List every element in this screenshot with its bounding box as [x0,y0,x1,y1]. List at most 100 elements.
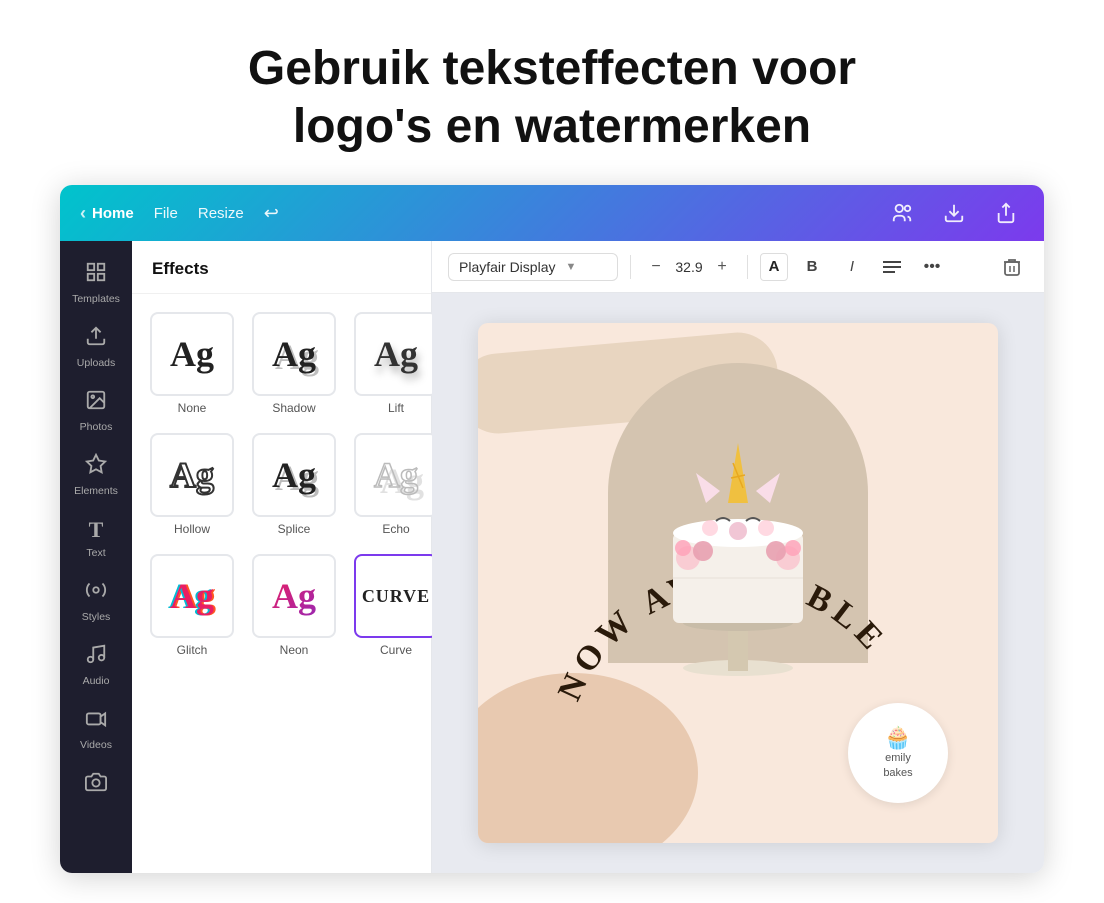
cake-illustration [628,413,848,683]
toolbar: Playfair Display ▼ − 32.9 + A B I [432,241,1044,293]
text-label: Text [86,547,105,559]
effect-hollow-preview: Ag [150,433,234,517]
font-size-control: − 32.9 + [643,254,735,280]
effect-echo[interactable]: Ag Echo [350,429,442,540]
nav-home-button[interactable]: ‹ Home [80,203,134,224]
resize-menu[interactable]: Resize [198,205,244,222]
delete-button[interactable] [996,251,1028,283]
effect-shadow-preview: Ag [252,312,336,396]
videos-label: Videos [80,739,112,751]
effect-lift-label: Lift [388,401,404,415]
effects-panel: Effects Ag None Ag Shadow [132,241,432,873]
sidebar-item-templates[interactable]: Templates [64,253,128,313]
effect-splice-preview: Ag Ag [252,433,336,517]
app-body: Templates Uploads [60,241,1044,873]
font-size-value: 32.9 [673,259,705,275]
collaborate-button[interactable] [884,195,920,231]
peach-blob [478,673,698,843]
page-header: Gebruik teksteffecten voor logo's en wat… [0,0,1104,185]
bold-button[interactable]: B [796,251,828,283]
logo-text-line2: bakes [883,766,912,781]
effect-none-preview: Ag [150,312,234,396]
header-line1: Gebruik teksteffecten voor [248,42,856,95]
logo-icon: 🧁 [884,725,911,751]
effect-hollow-label: Hollow [174,522,210,536]
styles-icon [85,579,107,607]
app-container: ‹ Home File Resize ↩ [60,185,1044,873]
sidebar-item-audio[interactable]: Audio [64,635,128,695]
italic-button[interactable]: I [836,251,868,283]
photos-icon [85,389,107,417]
effect-curve-preview: CURVE [354,554,438,638]
effect-glitch-preview: Ag [150,554,234,638]
sidebar-item-uploads[interactable]: Uploads [64,317,128,377]
sidebar-item-videos[interactable]: Videos [64,699,128,759]
effect-none-label: None [178,401,207,415]
effect-shadow[interactable]: Ag Shadow [248,308,340,419]
effect-none[interactable]: Ag None [146,308,238,419]
nav-right [884,195,1024,231]
align-button[interactable] [876,251,908,283]
uploads-icon [85,325,107,353]
chevron-left-icon: ‹ [80,203,86,224]
logo-text-line1: emily [885,751,911,766]
effect-lift-preview: Ag [354,312,438,396]
home-label: Home [92,205,134,222]
curve-text: CURVE [362,586,430,607]
divider-1 [630,255,631,279]
effect-hollow[interactable]: Ag Hollow [146,429,238,540]
font-selector[interactable]: Playfair Display ▼ [448,253,618,281]
effect-neon-label: Neon [280,643,309,657]
effect-glitch[interactable]: Ag Glitch [146,550,238,661]
effect-splice[interactable]: Ag Ag Splice [248,429,340,540]
sidebar-item-camera[interactable] [64,763,128,807]
font-dropdown-icon: ▼ [565,261,576,273]
effect-neon-preview: Ag [252,554,336,638]
download-button[interactable] [936,195,972,231]
nav-left: ‹ Home File Resize ↩ [80,203,279,224]
effect-lift[interactable]: Ag Lift [350,308,442,419]
videos-icon [85,707,107,735]
sidebar-item-photos[interactable]: Photos [64,381,128,441]
elements-label: Elements [74,485,118,497]
effect-splice-label: Splice [278,522,311,536]
effect-curve-label: Curve [380,643,412,657]
effect-glitch-label: Glitch [177,643,208,657]
top-nav: ‹ Home File Resize ↩ [60,185,1044,241]
share-button[interactable] [988,195,1024,231]
sidebar-item-styles[interactable]: Styles [64,571,128,631]
effect-neon[interactable]: Ag Neon [248,550,340,661]
audio-label: Audio [83,675,110,687]
effect-curve[interactable]: CURVE Curve [350,550,442,661]
font-color-button[interactable]: A [760,253,788,281]
sidebar-item-elements[interactable]: Elements [64,445,128,505]
text-icon: T [89,517,104,543]
effect-shadow-label: Shadow [272,401,315,415]
logo-circle: 🧁 emily bakes [848,703,948,803]
font-name: Playfair Display [459,259,555,275]
uploads-label: Uploads [77,357,116,369]
font-size-increase[interactable]: + [709,254,735,280]
effects-grid: Ag None Ag Shadow Ag Lift [132,294,431,675]
effect-echo-preview: Ag [354,433,438,517]
effects-title: Effects [132,241,431,294]
font-size-decrease[interactable]: − [643,254,669,280]
more-options-button[interactable]: ••• [916,251,948,283]
canvas[interactable]: NOW AVAILABLE [478,323,998,843]
divider-2 [747,255,748,279]
styles-label: Styles [82,611,111,623]
templates-label: Templates [72,293,120,305]
main-content: Playfair Display ▼ − 32.9 + A B I [432,241,1044,873]
templates-icon [85,261,107,289]
header-line2: logo's en watermerken [293,100,811,153]
file-menu[interactable]: File [154,205,178,222]
effect-echo-label: Echo [382,522,409,536]
sidebar: Templates Uploads [60,241,132,873]
canvas-area: NOW AVAILABLE [432,293,1044,873]
undo-button[interactable]: ↩ [264,203,279,224]
audio-icon [85,643,107,671]
camera-icon [85,771,107,799]
elements-icon [85,453,107,481]
photos-label: Photos [80,421,113,433]
sidebar-item-text[interactable]: T Text [64,509,128,567]
